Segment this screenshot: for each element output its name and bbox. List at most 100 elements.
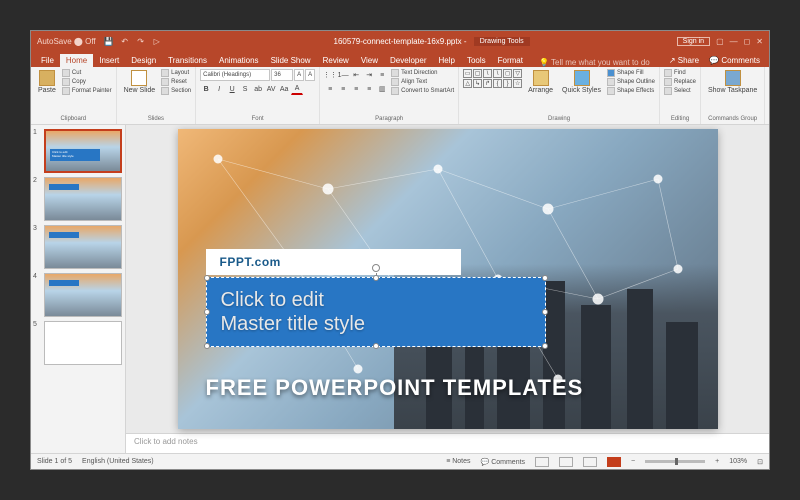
align-text-button[interactable]: Align Text xyxy=(391,78,454,86)
resize-handle[interactable] xyxy=(204,309,210,315)
maximize-icon[interactable]: ◻ xyxy=(744,37,751,46)
cut-button[interactable]: Cut xyxy=(62,69,112,77)
strikethrough-button[interactable]: S xyxy=(239,83,251,95)
slideshow-view-icon[interactable] xyxy=(607,457,621,467)
start-from-beginning-icon[interactable]: ▷ xyxy=(152,36,162,46)
close-icon[interactable]: ✕ xyxy=(756,37,763,46)
show-taskpane-button[interactable]: Show Taskpane xyxy=(705,69,760,95)
decrease-font-icon[interactable]: A xyxy=(305,69,315,81)
resize-handle[interactable] xyxy=(542,275,548,281)
increase-font-icon[interactable]: A xyxy=(294,69,304,81)
tab-developer[interactable]: Developer xyxy=(384,54,432,67)
comments-button[interactable]: 💬 Comments xyxy=(704,54,765,67)
tab-review[interactable]: Review xyxy=(317,54,355,67)
tab-help[interactable]: Help xyxy=(433,54,461,67)
zoom-in-button[interactable]: + xyxy=(715,458,719,465)
slide-thumbnail[interactable]: 1Click to editMaster title style xyxy=(33,129,123,173)
tab-slideshow[interactable]: Slide Show xyxy=(265,54,317,67)
shapes-gallery[interactable]: ▭▢\\◻▽ △↳↱{}☆ xyxy=(463,69,522,88)
increase-indent-button[interactable]: ⇥ xyxy=(363,69,375,81)
align-right-button[interactable]: ≡ xyxy=(350,83,362,95)
redo-icon[interactable]: ↷ xyxy=(136,36,146,46)
notes-pane[interactable]: Click to add notes xyxy=(126,433,769,453)
resize-handle[interactable] xyxy=(373,343,379,349)
quick-styles-button[interactable]: Quick Styles xyxy=(559,69,604,95)
slide-thumbnail[interactable]: 2 xyxy=(33,177,123,221)
reset-button[interactable]: Reset xyxy=(161,78,191,86)
tell-me-search[interactable]: 💡 Tell me what you want to do xyxy=(539,58,650,67)
paste-button[interactable]: Paste xyxy=(35,69,59,95)
normal-view-icon[interactable] xyxy=(535,457,549,467)
save-icon[interactable]: 💾 xyxy=(104,36,114,46)
ribbon-options-icon[interactable]: ▢ xyxy=(716,37,724,46)
bullets-button[interactable]: ⋮⋮ xyxy=(324,69,336,81)
language-indicator[interactable]: English (United States) xyxy=(82,458,154,465)
title-placeholder[interactable]: Click to edit Master title style xyxy=(206,277,546,347)
justify-button[interactable]: ≡ xyxy=(363,83,375,95)
resize-handle[interactable] xyxy=(542,309,548,315)
slide-canvas[interactable]: FPPT.com Click to edit Master title s xyxy=(126,125,769,433)
comments-toggle[interactable]: 💬 Comments xyxy=(481,458,526,466)
replace-button[interactable]: Replace xyxy=(664,78,696,86)
align-left-button[interactable]: ≡ xyxy=(324,83,336,95)
underline-button[interactable]: U xyxy=(226,83,238,95)
slide-counter[interactable]: Slide 1 of 5 xyxy=(37,458,72,465)
notes-toggle[interactable]: ≡ Notes xyxy=(446,458,470,465)
undo-icon[interactable]: ↶ xyxy=(120,36,130,46)
slide-thumbnail[interactable]: 4 xyxy=(33,273,123,317)
find-button[interactable]: Find xyxy=(664,69,696,77)
font-color-button[interactable]: A xyxy=(291,83,303,95)
select-button[interactable]: Select xyxy=(664,87,696,95)
zoom-out-button[interactable]: − xyxy=(631,458,635,465)
share-button[interactable]: ↗ Share xyxy=(664,54,704,67)
new-slide-button[interactable]: New Slide xyxy=(121,69,159,95)
bold-button[interactable]: B xyxy=(200,83,212,95)
layout-button[interactable]: Layout xyxy=(161,69,191,77)
zoom-level[interactable]: 103% xyxy=(729,458,747,465)
slide-thumbnail[interactable]: 5 xyxy=(33,321,123,365)
tab-home[interactable]: Home xyxy=(60,54,93,67)
tab-format[interactable]: Format xyxy=(492,54,529,67)
resize-handle[interactable] xyxy=(373,275,379,281)
title-line2[interactable]: Master title style xyxy=(221,312,545,336)
change-case-button[interactable]: Aa xyxy=(278,83,290,95)
shape-outline-button[interactable]: Shape Outline xyxy=(607,78,655,86)
text-direction-button[interactable]: Text Direction xyxy=(391,69,454,77)
autosave-toggle[interactable]: AutoSave ⬤ Off xyxy=(37,37,96,46)
tab-file[interactable]: File xyxy=(35,54,60,67)
font-size-select[interactable]: 36 xyxy=(271,69,293,81)
title-line1[interactable]: Click to edit xyxy=(221,288,545,312)
columns-button[interactable]: ▥ xyxy=(376,83,388,95)
numbering-button[interactable]: 1― xyxy=(337,69,349,81)
tab-animations[interactable]: Animations xyxy=(213,54,265,67)
line-spacing-button[interactable]: ≡ xyxy=(376,69,388,81)
slide-thumbnail[interactable]: 3 xyxy=(33,225,123,269)
fit-to-window-icon[interactable]: ⊡ xyxy=(757,458,763,466)
resize-handle[interactable] xyxy=(542,343,548,349)
align-center-button[interactable]: ≡ xyxy=(337,83,349,95)
sign-in-button[interactable]: Sign in xyxy=(677,37,710,46)
copy-button[interactable]: Copy xyxy=(62,78,112,86)
format-painter-button[interactable]: Format Painter xyxy=(62,87,112,95)
zoom-slider[interactable] xyxy=(645,460,705,463)
tab-transitions[interactable]: Transitions xyxy=(162,54,213,67)
shape-effects-button[interactable]: Shape Effects xyxy=(607,87,655,95)
font-family-select[interactable]: Calibri (Headings) xyxy=(200,69,270,81)
minimize-icon[interactable]: — xyxy=(730,37,738,46)
decrease-indent-button[interactable]: ⇤ xyxy=(350,69,362,81)
sorter-view-icon[interactable] xyxy=(559,457,573,467)
arrange-button[interactable]: Arrange xyxy=(525,69,556,95)
tab-view[interactable]: View xyxy=(355,54,384,67)
text-shadow-button[interactable]: ab xyxy=(252,83,264,95)
convert-smartart-button[interactable]: Convert to SmartArt xyxy=(391,87,454,95)
tab-design[interactable]: Design xyxy=(125,54,162,67)
char-spacing-button[interactable]: AV xyxy=(265,83,277,95)
resize-handle[interactable] xyxy=(204,343,210,349)
section-button[interactable]: Section xyxy=(161,87,191,95)
italic-button[interactable]: I xyxy=(213,83,225,95)
shape-fill-button[interactable]: Shape Fill xyxy=(607,69,655,77)
rotate-handle[interactable] xyxy=(372,264,380,272)
tab-insert[interactable]: Insert xyxy=(93,54,125,67)
tab-tools[interactable]: Tools xyxy=(461,54,492,67)
resize-handle[interactable] xyxy=(204,275,210,281)
